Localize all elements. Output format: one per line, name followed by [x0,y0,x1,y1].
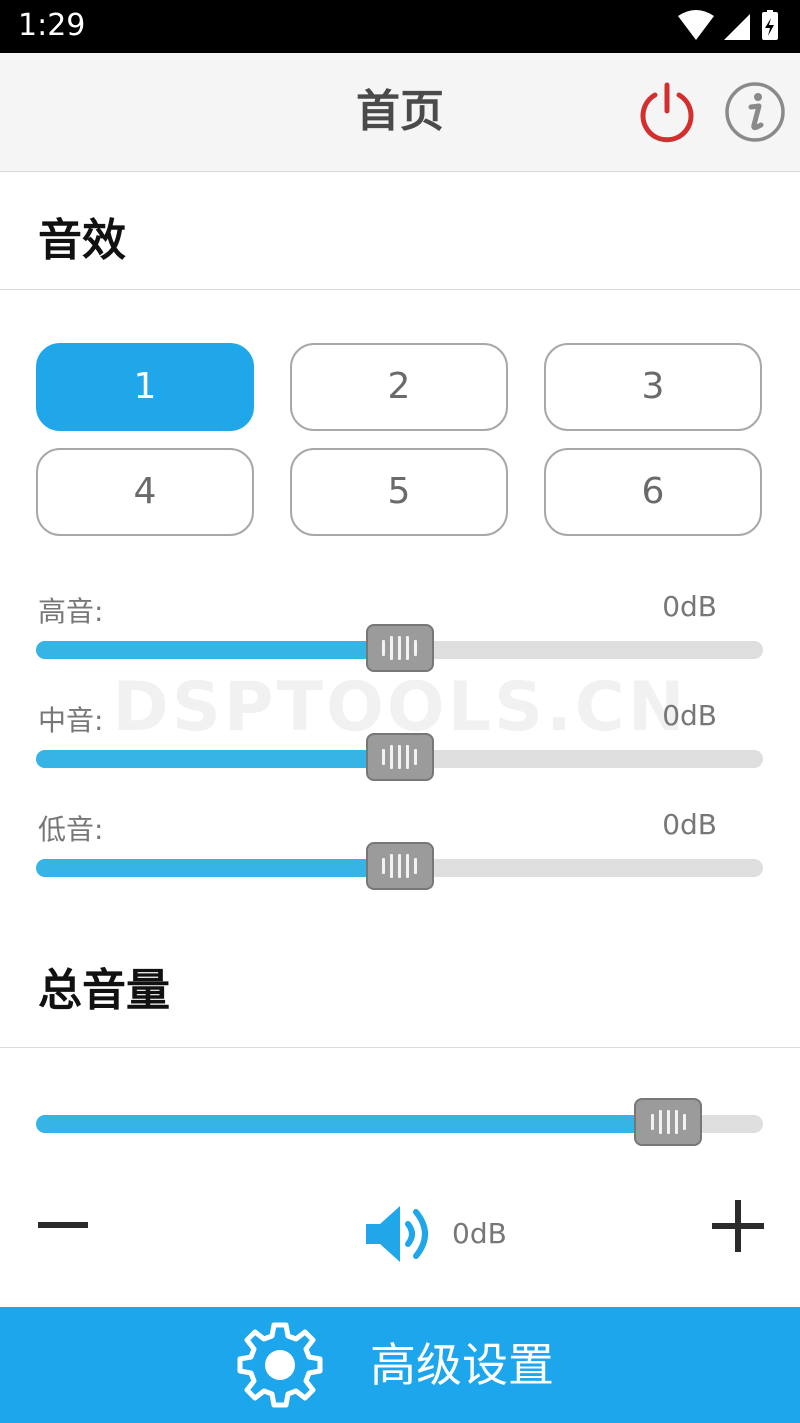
power-button[interactable] [636,81,698,143]
preset-button-3[interactable]: 3 [544,343,762,431]
slider-thumb[interactable] [365,733,434,781]
slider-fill [36,1115,669,1133]
gear-icon [234,1319,326,1411]
bass-slider[interactable] [36,838,763,898]
advanced-settings-label: 高级设置 [370,1338,554,1392]
master-volume-slider[interactable] [36,1094,763,1154]
slider-fill [36,750,400,768]
slider-fill [36,641,400,659]
info-icon [725,82,785,142]
preset-button-4[interactable]: 4 [36,448,254,536]
divider [0,1047,800,1048]
master-volume-value: 0dB [452,1217,507,1250]
app-bar: 首页 [0,53,800,172]
mid-value: 0dB [662,699,717,732]
advanced-settings-button[interactable]: 高级设置 [0,1307,800,1423]
preset-button-1[interactable]: 1 [36,343,254,431]
slider-thumb[interactable] [634,1098,703,1146]
plus-icon-vertical [735,1200,741,1252]
section-title-master-volume: 总音量 [38,965,170,1016]
preset-button-6[interactable]: 6 [544,448,762,536]
treble-slider[interactable] [36,620,763,680]
preset-button-5[interactable]: 5 [290,448,508,536]
slider-thumb[interactable] [365,842,434,890]
slider-thumb[interactable] [365,624,434,672]
status-bar: 1:29 [0,0,800,53]
system-icons [678,10,782,42]
section-title-sound-effects: 音效 [38,215,126,266]
status-time: 1:29 [18,8,86,43]
divider [0,289,800,290]
mid-slider[interactable] [36,729,763,789]
preset-button-2[interactable]: 2 [290,343,508,431]
bass-value: 0dB [662,808,717,841]
wifi-icon [678,10,714,40]
signal-icon [724,14,750,40]
info-button[interactable] [724,81,786,143]
battery-icon [762,10,778,40]
minus-icon[interactable] [38,1222,88,1228]
speaker-icon [364,1202,436,1266]
volume-up-button[interactable] [712,1200,764,1252]
treble-value: 0dB [662,590,717,623]
power-icon [640,82,694,143]
slider-fill [36,859,400,877]
